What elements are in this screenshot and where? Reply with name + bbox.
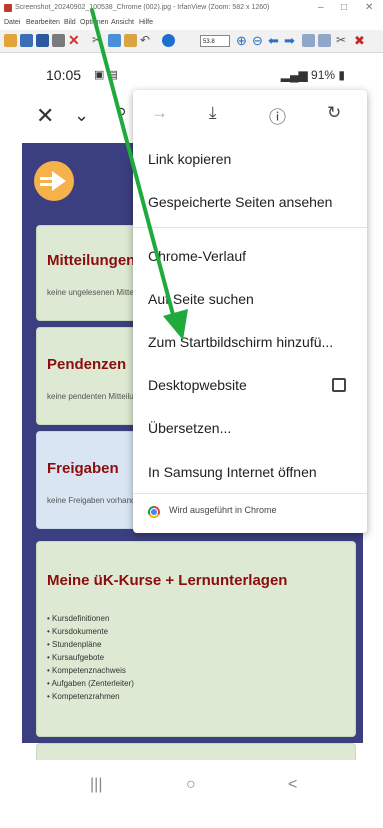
green-arrow-annotation (90, 8, 188, 340)
arrow-head (163, 309, 188, 340)
arrow-shaft (90, 8, 178, 328)
